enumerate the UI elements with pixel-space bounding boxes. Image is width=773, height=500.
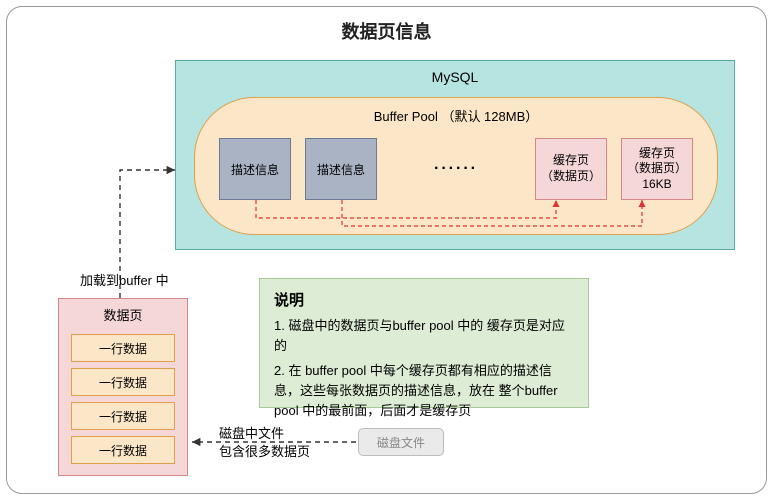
load-to-buffer-label: 加载到buffer 中 <box>80 270 169 289</box>
buffer-pool-container: Buffer Pool （默认 128MB） 描述信息 描述信息 ······ … <box>194 97 718 235</box>
data-row: 一行数据 <box>71 436 175 464</box>
description-box-2: 描述信息 <box>305 138 377 200</box>
explanation-panel: 说明 1. 磁盘中的数据页与buffer pool 中的 缓存页是对应的 2. … <box>259 278 589 408</box>
buffer-pool-label: Buffer Pool （默认 128MB） <box>195 98 717 125</box>
description-box-1: 描述信息 <box>219 138 291 200</box>
mysql-label: MySQL <box>176 61 734 89</box>
data-row: 一行数据 <box>71 368 175 396</box>
data-row: 一行数据 <box>71 402 175 430</box>
explanation-title: 说明 <box>274 289 574 312</box>
buffer-pool-items: 描述信息 描述信息 ······ 缓存页（数据页） 缓存页（数据页）16KB <box>219 138 693 200</box>
data-page-title: 数据页 <box>59 299 187 328</box>
disk-file-box: 磁盘文件 <box>358 428 444 456</box>
data-page-container: 数据页 一行数据 一行数据 一行数据 一行数据 <box>58 298 188 476</box>
data-row: 一行数据 <box>71 334 175 362</box>
diagram-title: 数据页信息 <box>0 18 773 44</box>
explanation-line-1: 1. 磁盘中的数据页与buffer pool 中的 缓存页是对应的 <box>274 316 574 356</box>
mysql-container: MySQL Buffer Pool （默认 128MB） 描述信息 描述信息 ·… <box>175 60 735 250</box>
disk-file-description: 磁盘中文件包含很多数据页 <box>219 425 310 461</box>
cache-page-box-2: 缓存页（数据页）16KB <box>621 138 693 200</box>
ellipsis-icon: ······ <box>391 160 521 178</box>
cache-page-box-1: 缓存页（数据页） <box>535 138 607 200</box>
explanation-line-2: 2. 在 buffer pool 中每个缓存页都有相应的描述信息，这些每张数据页… <box>274 361 574 421</box>
